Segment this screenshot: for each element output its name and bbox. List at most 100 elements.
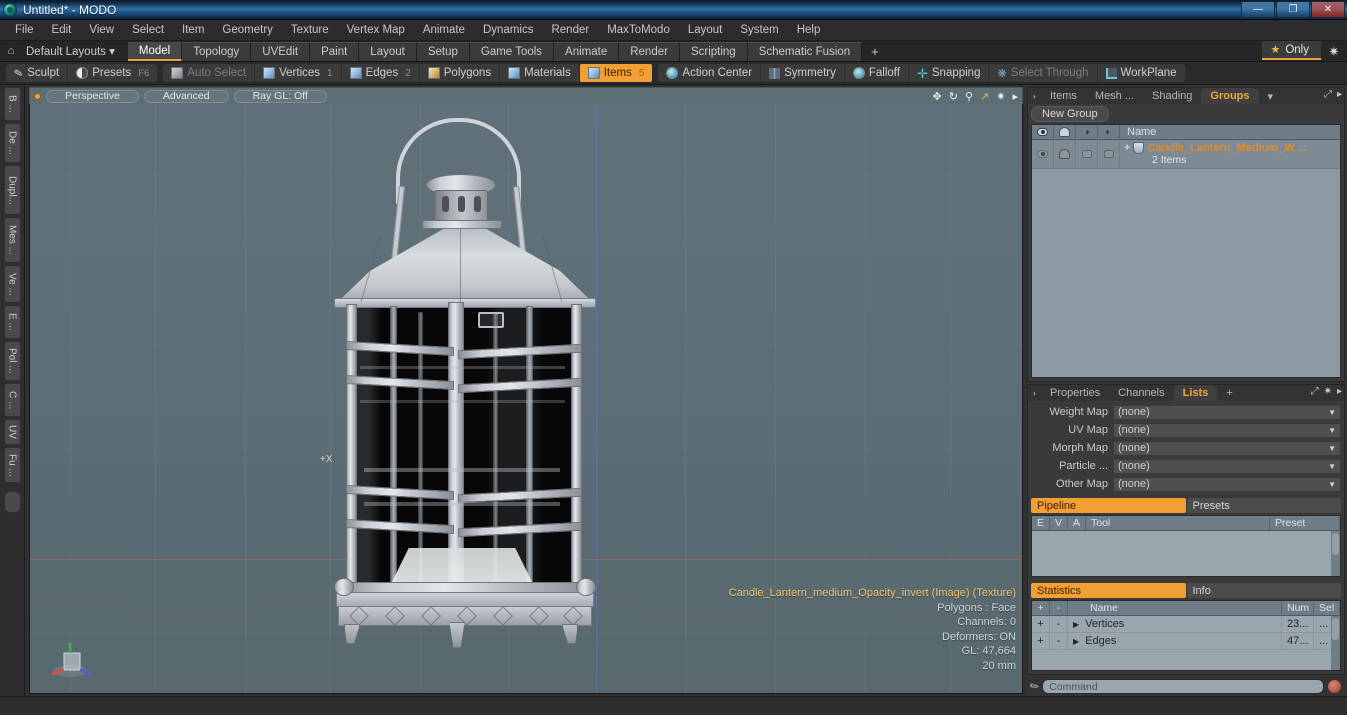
tab-schematic-fusion[interactable]: Schematic Fusion: [747, 41, 863, 61]
ghost-icon[interactable]: [1054, 125, 1076, 140]
pipeline-table[interactable]: E V A Tool Preset: [1031, 515, 1341, 577]
falloff-button[interactable]: Falloff: [845, 64, 909, 82]
menu-system[interactable]: System: [731, 22, 787, 38]
other-map-dropdown[interactable]: (none) ▼: [1113, 476, 1341, 492]
tab-layout[interactable]: Layout: [359, 41, 417, 61]
add-layout-tab-button[interactable]: +: [862, 41, 888, 61]
table-row[interactable]: + - ▶ Edges 47... ...: [1032, 633, 1340, 650]
execute-button[interactable]: [1327, 679, 1342, 694]
only-toggle[interactable]: ★ Only: [1262, 41, 1321, 60]
tab-items[interactable]: Items: [1041, 88, 1086, 104]
tab-pipeline[interactable]: Pipeline: [1031, 498, 1186, 513]
uv-map-dropdown[interactable]: (none) ▼: [1113, 422, 1341, 438]
groups-list[interactable]: ◑ ◐ Name + Candle_Lantern_Medium_W ... 2…: [1031, 124, 1341, 378]
tab-mesh[interactable]: Mesh ...: [1086, 88, 1143, 104]
gear-icon[interactable]: ✷: [1321, 41, 1347, 62]
add-tab-button[interactable]: +: [1217, 385, 1241, 401]
tab-statistics[interactable]: Statistics: [1031, 583, 1186, 598]
menu-view[interactable]: View: [80, 22, 123, 38]
lock-icon[interactable]: ◑: [1076, 125, 1098, 140]
row-render-toggle[interactable]: [1098, 140, 1120, 168]
sidebar-tab-basic[interactable]: B ...: [3, 87, 21, 121]
tab-channels[interactable]: Channels: [1109, 385, 1173, 401]
menu-dynamics[interactable]: Dynamics: [474, 22, 542, 38]
menu-help[interactable]: Help: [788, 22, 830, 38]
sidebar-tab-deform[interactable]: De ...: [3, 123, 21, 163]
sidebar-tab-polygon[interactable]: Pol ...: [3, 341, 21, 381]
tab-uvedit[interactable]: UVEdit: [251, 41, 311, 61]
sidebar-tab-vertex[interactable]: Ve ...: [3, 265, 21, 303]
tab-scripting[interactable]: Scripting: [679, 41, 748, 61]
maximize-button[interactable]: ❐: [1276, 1, 1310, 18]
panel-collapse-icon[interactable]: ◗: [1028, 88, 1041, 104]
row-add-button[interactable]: +: [1032, 633, 1050, 649]
chevron-right-icon[interactable]: ▸: [1337, 89, 1342, 100]
tab-lists[interactable]: Lists: [1173, 385, 1218, 401]
statistics-table[interactable]: + - Name Num Sel + - ▶ Vertices 23... ..…: [1031, 600, 1341, 671]
row-sub-button[interactable]: -: [1050, 633, 1068, 649]
gear-icon[interactable]: ✷: [1324, 386, 1332, 397]
expander-arrow-icon[interactable]: ▶: [1073, 637, 1079, 646]
snapping-button[interactable]: ✛ Snapping: [909, 64, 990, 82]
symmetry-button[interactable]: Symmetry: [761, 64, 845, 82]
table-row[interactable]: + Candle_Lantern_Medium_W ... 2 Items: [1032, 140, 1340, 169]
gear-icon[interactable]: ✷: [996, 90, 1005, 103]
menu-select[interactable]: Select: [123, 22, 173, 38]
default-layouts-dropdown[interactable]: Default Layouts ▾: [22, 44, 123, 58]
tab-properties[interactable]: Properties: [1041, 385, 1109, 401]
tab-model[interactable]: Model: [127, 41, 183, 61]
sidebar-tab-fusion[interactable]: Fu ...: [3, 447, 21, 483]
workplane-button[interactable]: WorkPlane: [1098, 64, 1185, 82]
sidebar-tab-uv[interactable]: UV: [3, 419, 21, 445]
menu-geometry[interactable]: Geometry: [213, 22, 282, 38]
tab-topology[interactable]: Topology: [182, 41, 252, 61]
tab-presets[interactable]: Presets: [1186, 498, 1341, 513]
render-icon[interactable]: ◐: [1098, 125, 1120, 140]
morph-map-dropdown[interactable]: (none) ▼: [1113, 440, 1341, 456]
zoom-icon[interactable]: ⚲: [965, 90, 973, 103]
menu-vertex-map[interactable]: Vertex Map: [338, 22, 414, 38]
expander-arrow-icon[interactable]: ▶: [1073, 620, 1079, 629]
sidebar-tab-curve[interactable]: C ...: [3, 383, 21, 417]
select-through-button[interactable]: ❋ Select Through: [989, 64, 1098, 82]
tab-shading[interactable]: Shading: [1143, 88, 1201, 104]
statistics-scrollbar[interactable]: [1331, 616, 1340, 670]
expand-panel-icon[interactable]: ⤢: [1311, 386, 1319, 397]
sidebar-tab-edge[interactable]: E ...: [3, 305, 21, 339]
viewport-3d[interactable]: Candle_Lantern_medium_Opacity_invert (Im…: [29, 104, 1023, 694]
menu-maxtomodo[interactable]: MaxToModo: [598, 22, 679, 38]
weight-map-dropdown[interactable]: (none) ▼: [1113, 404, 1341, 420]
items-button[interactable]: Items 5: [579, 64, 653, 82]
menu-file[interactable]: File: [6, 22, 43, 38]
sculpt-button[interactable]: ✎ Sculpt: [6, 64, 69, 82]
auto-select-button[interactable]: Auto Select: [163, 64, 256, 82]
action-center-button[interactable]: Action Center: [658, 64, 762, 82]
polygons-button[interactable]: Polygons: [420, 64, 501, 82]
tab-overflow-caret-icon[interactable]: ▾: [1259, 88, 1283, 104]
new-group-button[interactable]: New Group: [1031, 106, 1109, 122]
view-mode-dropdown[interactable]: Perspective: [46, 89, 139, 103]
row-sub-button[interactable]: -: [1050, 616, 1068, 632]
raygl-toggle[interactable]: Ray GL: Off: [233, 89, 327, 103]
sidebar-tab-mesh[interactable]: Mes ...: [3, 217, 21, 263]
menu-item[interactable]: Item: [173, 22, 213, 38]
pipeline-scrollbar[interactable]: [1331, 531, 1340, 576]
materials-button[interactable]: Materials: [500, 64, 580, 82]
expander-icon[interactable]: +: [1124, 142, 1130, 154]
row-add-button[interactable]: +: [1032, 616, 1050, 632]
particle-map-dropdown[interactable]: (none) ▼: [1113, 458, 1341, 474]
command-input[interactable]: Command: [1042, 679, 1324, 694]
row-ghost-toggle[interactable]: [1054, 140, 1076, 168]
chevron-right-icon[interactable]: ▸: [1012, 90, 1018, 103]
close-button[interactable]: ✕: [1311, 1, 1345, 18]
minimize-button[interactable]: —: [1241, 1, 1275, 18]
expand-panel-icon[interactable]: ⤢: [1324, 89, 1332, 100]
row-visibility-toggle[interactable]: [1032, 140, 1054, 168]
pan-icon[interactable]: ✥: [933, 90, 942, 103]
tab-info[interactable]: Info: [1186, 583, 1341, 598]
menu-render[interactable]: Render: [542, 22, 598, 38]
tab-paint[interactable]: Paint: [310, 41, 360, 61]
edges-button[interactable]: Edges 2: [342, 64, 420, 82]
home-icon[interactable]: ⌂: [0, 42, 22, 61]
tab-animate[interactable]: Animate: [554, 41, 620, 61]
